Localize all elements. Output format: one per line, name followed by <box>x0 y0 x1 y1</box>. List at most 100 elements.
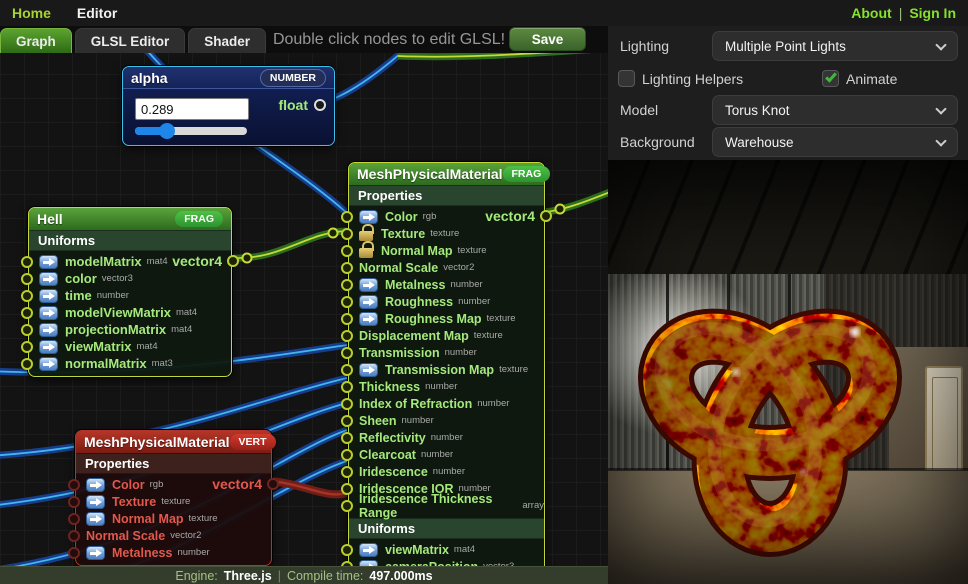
lighting-label: Lighting <box>620 38 669 54</box>
row-type: number <box>458 296 490 307</box>
node-hell-header[interactable]: Hell FRAG <box>29 208 231 230</box>
input-port[interactable] <box>341 211 353 223</box>
bake-arrow-icon[interactable] <box>86 512 105 526</box>
editor-link[interactable]: Editor <box>77 5 117 21</box>
input-port[interactable] <box>68 530 80 542</box>
node-row: Transmission Map texture <box>349 361 544 378</box>
home-link[interactable]: Home <box>12 5 51 21</box>
bake-arrow-icon[interactable] <box>39 306 58 320</box>
input-port[interactable] <box>68 547 80 559</box>
bake-arrow-icon[interactable] <box>86 495 105 509</box>
model-select[interactable]: Torus Knot <box>712 95 958 125</box>
row-type: number <box>450 279 482 290</box>
node-frag-material[interactable]: MeshPhysicalMaterial FRAG Properties Col… <box>348 162 545 580</box>
animate-checkbox[interactable] <box>822 70 839 87</box>
output-label: vector4 <box>485 208 535 224</box>
row-label: Color <box>385 210 418 224</box>
input-port[interactable] <box>341 398 353 410</box>
node-row: Metalness number <box>349 276 544 293</box>
node-hell[interactable]: Hell FRAG Uniforms modelMatrix mat4 <box>28 207 232 377</box>
row-type: texture <box>189 513 218 524</box>
tab-glsl-editor[interactable]: GLSL Editor <box>75 28 186 53</box>
bake-lock-icon[interactable] <box>359 278 378 292</box>
node-row: modelViewMatrix mat4 <box>29 304 231 321</box>
bake-arrow-icon[interactable] <box>39 255 58 269</box>
bake-arrow-icon[interactable] <box>39 323 58 337</box>
input-port[interactable] <box>341 466 353 478</box>
wire-red-vert-to-frag[interactable] <box>270 481 347 494</box>
input-port[interactable] <box>341 279 353 291</box>
output-port[interactable] <box>540 210 552 222</box>
input-port[interactable] <box>341 364 353 376</box>
input-port[interactable] <box>341 544 353 556</box>
wire-green-hell-to-frag[interactable] <box>232 229 347 263</box>
tab-graph[interactable]: Graph <box>0 28 72 53</box>
input-port[interactable] <box>341 245 353 257</box>
node-alpha-header[interactable]: alpha NUMBER <box>123 67 334 89</box>
input-port[interactable] <box>68 513 80 525</box>
input-port[interactable] <box>341 313 353 325</box>
input-port[interactable] <box>341 381 353 393</box>
bake-arrow-icon[interactable] <box>39 272 58 286</box>
node-graph-canvas[interactable]: Graph GLSL Editor Shader Double click no… <box>0 26 608 584</box>
node-output: vector4 <box>212 476 279 492</box>
lighting-helpers-checkbox[interactable] <box>618 70 635 87</box>
row-label: normalMatrix <box>65 356 147 371</box>
alpha-value-input[interactable] <box>135 98 249 120</box>
lighting-select[interactable]: Multiple Point Lights <box>712 31 958 61</box>
input-port[interactable] <box>341 296 353 308</box>
bake-arrow-icon[interactable] <box>39 340 58 354</box>
bake-arrow-icon[interactable] <box>359 543 378 557</box>
row-type: texture <box>458 245 487 256</box>
bake-arrow-icon[interactable] <box>86 478 105 492</box>
bake-arrow-icon[interactable] <box>86 546 105 560</box>
input-port[interactable] <box>21 256 33 268</box>
bake-arrow-icon[interactable] <box>39 289 58 303</box>
background-select[interactable]: Warehouse <box>712 127 958 157</box>
vignette <box>608 160 968 584</box>
tab-shader[interactable]: Shader <box>188 28 266 53</box>
wire-green-frag-out[interactable] <box>545 190 608 214</box>
node-vert-header[interactable]: MeshPhysicalMaterial VERT <box>76 431 271 453</box>
input-port[interactable] <box>21 307 33 319</box>
input-port[interactable] <box>341 449 353 461</box>
input-port[interactable] <box>21 324 33 336</box>
node-alpha[interactable]: alpha NUMBER float <box>122 66 335 146</box>
input-port[interactable] <box>341 228 353 240</box>
node-vert-material[interactable]: MeshPhysicalMaterial VERT Properties Col… <box>75 430 272 566</box>
input-port[interactable] <box>341 330 353 342</box>
output-port[interactable] <box>314 99 326 111</box>
input-port[interactable] <box>341 347 353 359</box>
3d-viewport[interactable] <box>608 160 968 584</box>
input-port[interactable] <box>341 432 353 444</box>
bake-lock-icon[interactable] <box>359 227 374 241</box>
input-port[interactable] <box>68 496 80 508</box>
input-port[interactable] <box>21 341 33 353</box>
input-port[interactable] <box>341 483 353 495</box>
bake-arrow-icon[interactable] <box>39 357 58 371</box>
node-frag-header[interactable]: MeshPhysicalMaterial FRAG <box>349 163 544 185</box>
input-port[interactable] <box>341 500 353 512</box>
bake-lock-icon[interactable] <box>359 244 374 258</box>
slider-thumb[interactable] <box>159 123 175 139</box>
input-port[interactable] <box>21 358 33 370</box>
bake-lock-icon[interactable] <box>359 295 378 309</box>
about-link[interactable]: About <box>851 5 891 21</box>
signin-link[interactable]: Sign In <box>909 5 956 21</box>
output-port[interactable] <box>227 255 239 267</box>
row-label: viewMatrix <box>385 543 449 557</box>
row-type: mat3 <box>152 358 173 369</box>
bake-lock-icon[interactable] <box>359 210 378 224</box>
output-port[interactable] <box>267 478 279 490</box>
input-port[interactable] <box>21 290 33 302</box>
bake-lock-icon[interactable] <box>359 312 378 326</box>
save-button[interactable]: Save <box>509 27 586 51</box>
row-type: number <box>177 547 209 558</box>
input-port[interactable] <box>21 273 33 285</box>
input-port[interactable] <box>341 415 353 427</box>
input-port[interactable] <box>341 262 353 274</box>
alpha-slider[interactable] <box>135 127 247 135</box>
input-port[interactable] <box>68 479 80 491</box>
bake-lock-icon[interactable] <box>359 363 378 377</box>
row-label: Reflectivity <box>359 431 426 445</box>
